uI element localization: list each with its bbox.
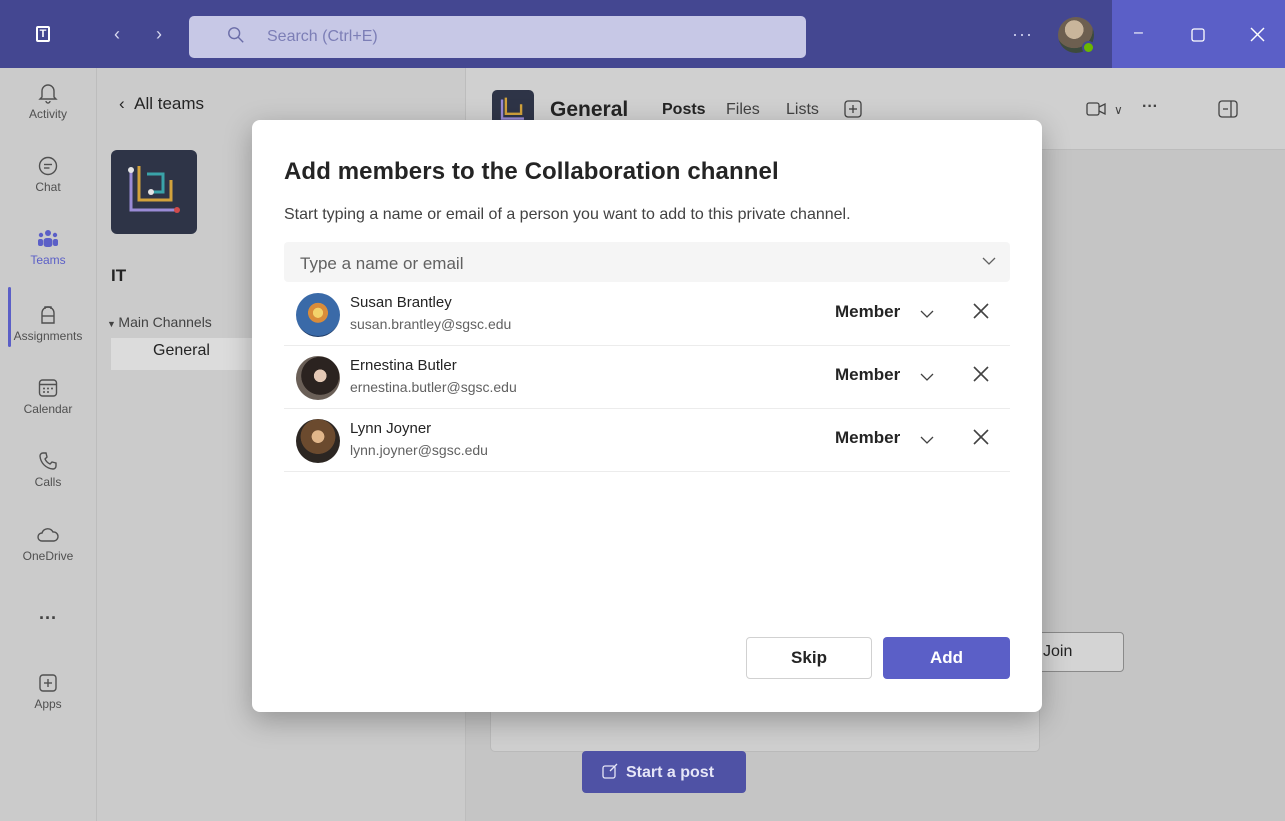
phone-icon — [39, 452, 57, 470]
chevron-down-icon[interactable]: ∨ — [1114, 103, 1123, 117]
remove-member-icon[interactable] — [970, 300, 992, 322]
channel-item-general[interactable]: General — [111, 338, 267, 370]
rail-label: Apps — [34, 697, 62, 711]
rail-label: Calendar — [23, 402, 73, 416]
dialog-title: Add members to the Collaboration channel — [284, 158, 779, 185]
search-box[interactable]: Search (Ctrl+E) — [189, 16, 806, 58]
maximize-icon[interactable] — [1191, 28, 1205, 42]
presence-available-icon — [1082, 41, 1095, 54]
name-email-input[interactable]: Type a name or email — [284, 242, 1010, 282]
member-email: susan.brantley@sgsc.edu — [350, 316, 512, 332]
title-bar: T ‹ › Search (Ctrl+E) ··· – — [0, 0, 1285, 68]
chevron-left-icon: ‹ — [119, 94, 135, 113]
rail-item-chat[interactable]: Chat — [0, 155, 96, 194]
start-post-button[interactable]: Start a post — [582, 751, 746, 793]
rail-item-teams[interactable]: Teams — [0, 228, 96, 267]
member-name: Lynn Joyner — [350, 420, 432, 437]
tab-posts[interactable]: Posts — [662, 101, 706, 119]
all-teams-label: All teams — [134, 94, 205, 113]
teams-icon — [38, 230, 58, 247]
more-options-icon[interactable]: ··· — [1012, 24, 1033, 45]
member-row: Lynn Joyner lynn.joyner@sgsc.edu Member — [284, 410, 1010, 472]
user-avatar[interactable] — [1058, 17, 1095, 54]
add-tab-icon[interactable] — [844, 100, 862, 118]
input-placeholder: Type a name or email — [300, 254, 464, 273]
remove-member-icon[interactable] — [970, 426, 992, 448]
caret-down-icon: ▼ — [107, 319, 119, 329]
rail-item-assignments[interactable]: Assignments — [0, 304, 96, 343]
rail-label: Teams — [30, 253, 66, 267]
rail-item-onedrive[interactable]: OneDrive — [0, 524, 96, 563]
minimize-icon[interactable]: – — [1134, 24, 1143, 42]
rail-label: OneDrive — [22, 549, 74, 563]
member-row: Ernestina Butler ernestina.butler@sgsc.e… — [284, 347, 1010, 409]
channel-label: General — [153, 342, 210, 359]
more-options-icon[interactable]: ··· — [1142, 98, 1158, 116]
dialog-subtitle: Start typing a name or email of a person… — [284, 206, 851, 223]
role-dropdown[interactable]: Member — [835, 365, 900, 385]
rail-label: Chat — [35, 180, 61, 194]
chevron-down-icon[interactable] — [982, 254, 996, 268]
tab-lists[interactable]: Lists — [786, 101, 819, 119]
member-name: Susan Brantley — [350, 294, 452, 311]
compose-icon — [602, 763, 618, 779]
channel-info-icon[interactable] — [1218, 100, 1238, 118]
rail-label: Assignments — [13, 329, 83, 343]
add-button[interactable]: Add — [883, 637, 1010, 679]
avatar — [296, 356, 340, 400]
rail-item-activity[interactable]: Activity — [0, 82, 96, 121]
team-circuit-icon — [128, 166, 180, 213]
member-email: ernestina.butler@sgsc.edu — [350, 379, 517, 395]
member-email: lynn.joyner@sgsc.edu — [350, 442, 488, 458]
start-post-label: Start a post — [626, 764, 715, 781]
channel-section-header[interactable]: ▼ Main Channels — [107, 314, 212, 330]
rail-label: Calls — [34, 475, 62, 489]
role-dropdown[interactable]: Member — [835, 428, 900, 448]
team-name: IT — [111, 266, 127, 285]
role-dropdown[interactable]: Member — [835, 302, 900, 322]
rail-item-apps[interactable]: Apps — [0, 672, 96, 711]
skip-button[interactable]: Skip — [746, 637, 872, 679]
window-controls: – — [1112, 0, 1285, 68]
rail-item-calendar[interactable]: Calendar — [0, 377, 96, 416]
chevron-down-icon[interactable] — [919, 371, 935, 383]
search-icon — [228, 27, 244, 43]
avatar — [296, 293, 340, 337]
rail-label: Activity — [28, 107, 67, 121]
forward-arrow-icon[interactable]: › — [156, 24, 162, 45]
bell-icon — [38, 84, 58, 104]
section-label: Main Channels — [118, 314, 212, 330]
rail-item-calls[interactable]: Calls — [0, 450, 96, 489]
close-window-icon[interactable] — [1250, 27, 1265, 42]
chat-icon — [38, 156, 58, 176]
chevron-down-icon[interactable] — [919, 308, 935, 320]
team-logo — [111, 150, 197, 234]
avatar — [296, 419, 340, 463]
calendar-icon — [38, 379, 58, 397]
join-button[interactable]: Join — [1032, 632, 1124, 672]
more-apps-icon: ··· — [39, 608, 57, 628]
tab-files[interactable]: Files — [726, 101, 760, 119]
apps-icon — [39, 674, 57, 692]
chevron-down-icon[interactable] — [919, 434, 935, 446]
backpack-icon — [41, 306, 55, 324]
member-row: Susan Brantley susan.brantley@sgsc.edu M… — [284, 284, 1010, 346]
teams-logo-icon: T — [36, 24, 60, 46]
member-name: Ernestina Butler — [350, 357, 457, 374]
add-members-dialog: Add members to the Collaboration channel… — [252, 120, 1042, 712]
rail-item-more[interactable]: ··· — [0, 608, 96, 629]
video-call-icon[interactable] — [1086, 101, 1106, 117]
search-placeholder: Search (Ctrl+E) — [267, 28, 378, 45]
all-teams-link[interactable]: ‹ All teams — [119, 94, 204, 114]
back-arrow-icon[interactable]: ‹ — [114, 24, 120, 45]
remove-member-icon[interactable] — [970, 363, 992, 385]
channel-title: General — [550, 98, 629, 121]
cloud-icon — [37, 528, 59, 542]
app-rail: Activity Chat Teams Assignments Calendar… — [0, 68, 96, 821]
